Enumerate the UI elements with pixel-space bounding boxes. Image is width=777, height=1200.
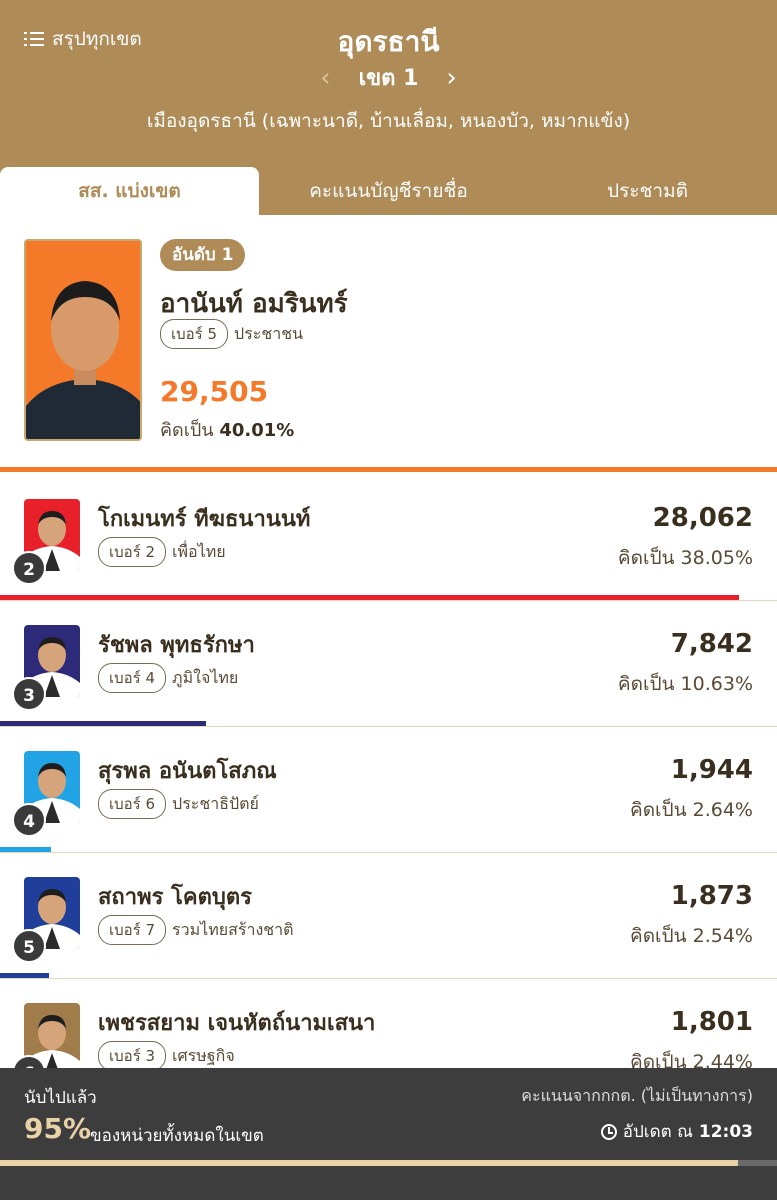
candidate-number: เบอร์ 6 (98, 789, 167, 819)
winner-card[interactable]: อันดับ 1 อานันท์ อมรินทร์ เบอร์ 5 ประชาช… (0, 215, 777, 472)
candidate-row[interactable]: 2 โกเมนทร์ ทีฆธนานนท์เบอร์ 2 เพื่อไทย 28,06… (0, 475, 777, 601)
party-name: ประชาชน (234, 323, 304, 343)
candidate-number-row: เบอร์ 2 เพื่อไทย (98, 537, 226, 567)
percent-prefix: คิดเป็น (160, 420, 214, 441)
candidate-number-row: เบอร์ 7 รวมไทยสร้างชาติ (98, 915, 294, 945)
counted-label: นับไปแล้ว (24, 1088, 97, 1108)
vote-count: 7,842 (670, 629, 753, 659)
candidate-photo (24, 239, 142, 441)
candidate-number-row: เบอร์ 4 ภูมิใจไทย (98, 663, 238, 693)
candidate-name: โกเมนทร์ ทีฆธนานนท์ (98, 507, 311, 532)
vote-share-bar (0, 847, 51, 852)
candidate-number: เบอร์ 2 (98, 537, 167, 567)
rank-badge: อันดับ 1 (160, 239, 246, 271)
count-progress-track (0, 1160, 777, 1166)
candidate-row[interactable]: 5 สถาพร โคตบุตรเบอร์ 7 รวมไทยสร้างชาติ 1,87… (0, 853, 777, 979)
party-name: เพื่อไทย (172, 541, 226, 561)
district-selector: ‹ เขต 1 › (0, 60, 777, 95)
candidate-number: เบอร์ 5 (160, 319, 229, 349)
vote-count: 1,801 (670, 1007, 753, 1037)
vote-percent: คิดเป็น 10.63% (617, 673, 753, 695)
vote-share-bar (0, 595, 739, 600)
province-title: อุดรธานี (337, 25, 440, 58)
tab-bar: สส. แบ่งเขต คะแนนบัญชีรายชื่อ ประชามติ (0, 167, 777, 215)
percent-value: 40.01% (219, 420, 295, 441)
candidate-number-row: เบอร์ 5 ประชาชน (160, 319, 303, 349)
candidate-number: เบอร์ 7 (98, 915, 167, 945)
updated-label: อัปเดต ณ (622, 1122, 693, 1142)
candidate-number-row: เบอร์ 3 เศรษฐกิจ (98, 1041, 235, 1071)
candidate-name: รัชพล พุทธรักษา (98, 633, 255, 658)
tab-referendum[interactable]: ประชามติ (518, 167, 777, 215)
candidate-row[interactable]: 3 รัชพล พุทธรักษาเบอร์ 4 ภูมิใจไทย 7,842 คิด… (0, 601, 777, 727)
vote-count: 1,873 (670, 881, 753, 911)
header: สรุปทุกเขต อุดรธานี ‹ เขต 1 › เมืองอุดรธ… (0, 0, 777, 215)
counted-suffix: ของหน่วยทั้งหมดในเขต (90, 1126, 264, 1146)
candidate-name: อานันท์ อมรินทร์ (160, 289, 348, 319)
rank-number: 4 (12, 803, 46, 837)
rank-number: 5 (12, 929, 46, 963)
updated-time: 12:03 (698, 1121, 753, 1142)
party-name: ภูมิใจไทย (172, 667, 239, 687)
party-name: ประชาธิปัตย์ (172, 793, 259, 813)
vote-percent: คิดเป็น 2.54% (630, 925, 753, 947)
party-name: เศรษฐกิจ (172, 1045, 235, 1065)
vote-percent: คิดเป็น 40.01% (160, 415, 294, 444)
vote-percent: คิดเป็น 38.05% (617, 547, 753, 569)
vote-share-bar (0, 721, 206, 726)
count-status-footer: นับไปแล้ว 95% ของหน่วยทั้งหมดในเขต คะแนน… (0, 1068, 777, 1200)
tab-party-list[interactable]: คะแนนบัญชีรายชื่อ (259, 167, 518, 215)
vote-count: 29,505 (160, 375, 269, 408)
party-name: รวมไทยสร้างชาติ (172, 919, 294, 939)
tab-constituency[interactable]: สส. แบ่งเขต (0, 167, 259, 215)
vote-share-bar (0, 973, 49, 978)
vote-percent: คิดเป็น 2.64% (630, 799, 753, 821)
candidate-number-row: เบอร์ 6 ประชาธิปัตย์ (98, 789, 259, 819)
vote-count: 1,944 (670, 755, 753, 785)
candidate-name: เพชรสยาม เจนหัตถ์นามเสนา (98, 1011, 376, 1036)
chevron-left-icon[interactable]: ‹ (320, 63, 330, 93)
candidate-number: เบอร์ 4 (98, 663, 167, 693)
rank-number: 2 (12, 551, 46, 585)
chevron-right-icon[interactable]: › (446, 63, 456, 93)
candidate-row[interactable]: 4 สุรพล อนันตโสภณเบอร์ 6 ประชาธิปัตย์ 1,944… (0, 727, 777, 853)
vote-share-bar (0, 467, 777, 472)
candidate-number: เบอร์ 3 (98, 1041, 167, 1071)
updated-time-row: อัปเดต ณ 12:03 (600, 1118, 753, 1145)
rank-number: 3 (12, 677, 46, 711)
vote-count: 28,062 (652, 503, 753, 533)
candidate-name: สถาพร โคตบุตร (98, 885, 252, 910)
count-progress-fill (0, 1160, 739, 1166)
candidate-name: สุรพล อนันตโสภณ (98, 759, 277, 784)
data-source: คะแนนจากกกต. (ไม่เป็นทางการ) (521, 1086, 753, 1105)
district-label: เขต 1 (358, 66, 419, 91)
clock-icon (600, 1123, 617, 1140)
district-area: เมืองอุดรธานี (เฉพาะนาดี, บ้านเลื่อม, หน… (146, 110, 631, 132)
counted-percent: 95% (24, 1112, 92, 1145)
